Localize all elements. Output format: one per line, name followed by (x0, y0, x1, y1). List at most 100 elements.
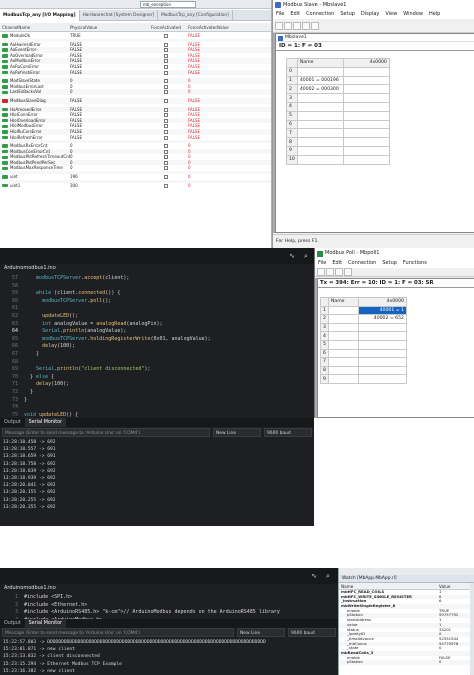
register-name[interactable] (327, 374, 359, 384)
force-activated-checkbox[interactable] (164, 144, 168, 149)
serial-message-input[interactable]: Message (Enter to send message to 'Ardui… (2, 628, 234, 637)
line-ending-select[interactable]: New Line (237, 628, 285, 637)
serial-monitor-icon[interactable]: ⌕ (324, 572, 332, 580)
register-row[interactable]: 2 40002 = 000300 (286, 84, 390, 95)
tab-output[interactable]: Output (0, 418, 25, 427)
save-icon[interactable] (293, 21, 301, 30)
register-name[interactable] (296, 128, 344, 139)
vertical-scrollbar[interactable] (470, 583, 474, 675)
register-name[interactable] (327, 305, 359, 316)
register-value[interactable] (357, 374, 407, 384)
connect-icon[interactable] (344, 268, 352, 276)
tab-serial-monitor[interactable]: Serial Monitor (24, 619, 67, 628)
register-value[interactable] (357, 365, 407, 376)
menu-item[interactable]: Functions (400, 259, 430, 268)
register-value[interactable] (357, 348, 407, 359)
force-activated-checkbox[interactable] (164, 84, 168, 89)
register-value[interactable] (357, 322, 407, 333)
register-row[interactable]: 7 (286, 128, 390, 139)
register-row[interactable]: 6 (320, 348, 407, 359)
menu-item[interactable]: View (382, 10, 400, 19)
register-name[interactable] (296, 145, 344, 156)
register-row[interactable]: 3 (286, 93, 390, 103)
register-row[interactable]: 0 (286, 66, 390, 77)
register-name[interactable] (296, 93, 344, 103)
register-name[interactable] (327, 322, 359, 333)
force-activated-checkbox[interactable] (164, 160, 168, 165)
tab-0[interactable]: ModbusTcp_any [I/O Mapping] (0, 10, 80, 21)
register-row[interactable]: 5 (320, 339, 407, 350)
menu-item[interactable]: Window (400, 10, 426, 19)
menu-item[interactable]: Setup (337, 10, 358, 19)
io-row[interactable]: LastExBacksVal 0 0 (0, 89, 271, 95)
register-row[interactable]: 5 (286, 110, 390, 121)
io-row[interactable]: uint 196 0 (0, 174, 271, 180)
register-name[interactable] (327, 357, 359, 367)
force-activated-checkbox[interactable] (164, 183, 168, 188)
force-activated-checkbox[interactable] (164, 70, 168, 75)
force-activated-checkbox[interactable] (164, 59, 168, 64)
force-activated-checkbox[interactable] (164, 166, 168, 171)
register-row[interactable]: 1 40001 = 000196 (286, 75, 390, 86)
register-name[interactable] (296, 110, 344, 121)
register-value[interactable]: 40002 = 652 (357, 314, 407, 324)
menu-item[interactable]: Edit (329, 259, 345, 268)
open-icon[interactable] (326, 268, 334, 276)
register-name[interactable] (296, 154, 344, 165)
force-activated-checkbox[interactable] (164, 135, 168, 140)
register-row[interactable]: 7 (320, 357, 407, 367)
column-name[interactable]: Name (339, 583, 439, 589)
line-ending-select[interactable]: New Line (213, 428, 261, 437)
register-row[interactable]: 8 (286, 137, 390, 147)
register-row[interactable]: 4 (286, 101, 390, 112)
baud-rate-select[interactable]: 9600 baud (288, 628, 336, 637)
column-force-activated[interactable]: ForceActivated (144, 23, 188, 31)
register-row[interactable]: 1 40001 = 1 (320, 305, 407, 316)
register-value[interactable] (357, 339, 407, 350)
force-activated-checkbox[interactable] (164, 149, 168, 154)
tab-2[interactable]: ModbusTcp_any [Configuration] (158, 10, 233, 21)
force-activated-checkbox[interactable] (164, 175, 168, 180)
register-name[interactable] (296, 119, 344, 130)
watch-row[interactable]: pStation 0 (339, 660, 474, 665)
serial-message-input[interactable]: Message (Enter to send message to 'Ardui… (2, 428, 210, 437)
register-value[interactable] (342, 66, 390, 77)
force-activated-checkbox[interactable] (164, 107, 168, 112)
column-value[interactable]: Value (439, 583, 469, 589)
register-name[interactable] (327, 365, 359, 376)
register-name[interactable] (327, 339, 359, 350)
menu-item[interactable]: Edit (287, 10, 303, 19)
register-name[interactable] (296, 137, 344, 147)
column-physical-value[interactable]: PhysicalValue (70, 23, 144, 31)
code-editor[interactable]: 57 modbusTCPServer.accept(client); 58 59 w… (0, 275, 314, 418)
column-channel-name[interactable]: ChannelName (0, 23, 70, 31)
register-value[interactable] (357, 331, 407, 341)
io-row[interactable]: ModuleOk TRUE FALSE (0, 33, 271, 39)
new-icon[interactable] (317, 268, 325, 276)
force-activated-checkbox[interactable] (164, 48, 168, 53)
register-name[interactable] (327, 314, 359, 324)
file-tab[interactable]: Arduinomodbus1.ino (0, 584, 60, 593)
io-row[interactable]: AoRefreshError FALSE FALSE (0, 69, 271, 76)
register-value[interactable] (342, 75, 390, 86)
menu-item[interactable]: Connection (303, 10, 337, 19)
force-activated-checkbox[interactable] (164, 113, 168, 118)
register-value[interactable] (357, 357, 407, 367)
serial-monitor-icon[interactable]: ⌕ (302, 252, 310, 260)
force-activated-checkbox[interactable] (164, 64, 168, 69)
force-activated-checkbox[interactable] (164, 98, 168, 103)
register-row[interactable]: 9 (320, 374, 407, 384)
register-name[interactable] (327, 348, 359, 359)
register-value[interactable] (342, 145, 390, 156)
register-row[interactable]: 8 (320, 365, 407, 376)
register-value[interactable]: 40001 = 1 (357, 305, 407, 316)
force-activated-checkbox[interactable] (164, 118, 168, 123)
io-row[interactable]: uint1 300 0 (0, 183, 271, 189)
register-row[interactable]: 9 (286, 145, 390, 156)
save-icon[interactable] (335, 268, 343, 276)
menu-item[interactable]: Setup (379, 259, 400, 268)
register-value[interactable] (342, 128, 390, 139)
force-activated-checkbox[interactable] (164, 90, 168, 95)
register-value[interactable] (342, 93, 390, 103)
serial-plotter-icon[interactable]: ∿ (310, 572, 318, 580)
